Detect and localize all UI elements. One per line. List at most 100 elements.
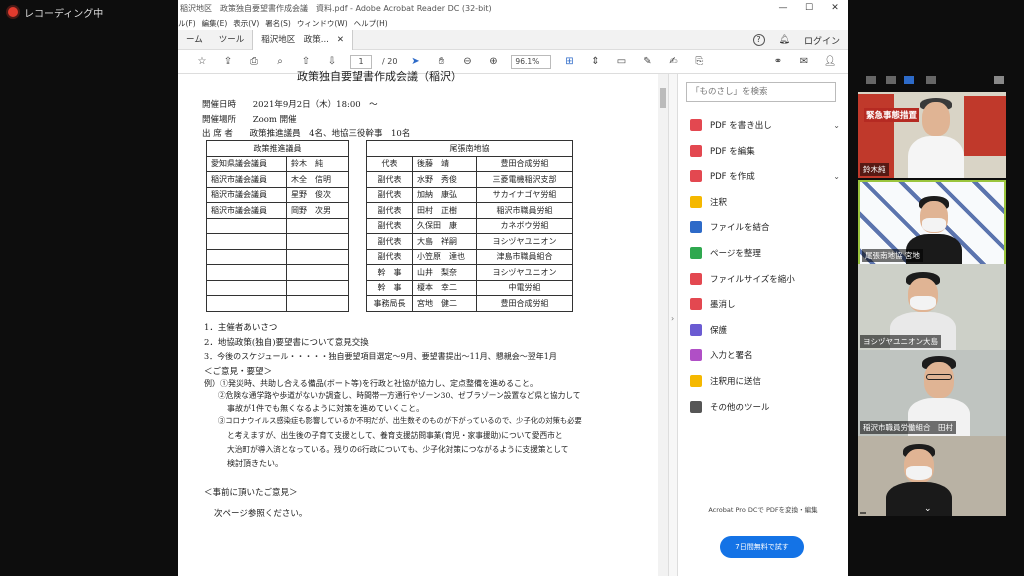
roster-union: 中電労組 [476,279,573,296]
menu-sign[interactable]: 署名(S) [265,18,291,29]
tool-item[interactable]: ファイルサイズを縮小 [690,268,840,290]
example-2: ②危険な通学路や歩道がないか調査し、時間帯一方通行やゾーン30、ゼブラゾーン設置… [218,391,581,400]
chevron-down-icon[interactable]: ⌄ [833,121,840,130]
free-trial-button[interactable]: 7日間無料で試す [720,536,804,558]
active-view-icon[interactable] [904,76,914,84]
upload-icon[interactable]: ⇪ [220,56,236,67]
list-view-icon[interactable] [886,76,896,84]
share-user-icon[interactable]: 👤︎ [822,56,838,67]
menu-view[interactable]: 表示(V) [233,18,259,29]
recording-indicator: レコーディング中 [0,0,178,24]
agenda-item-2: 2．地協政策(独自)要望書について意見交換 [204,338,369,348]
tool-item[interactable]: 墨消し [690,293,840,315]
minimize-button[interactable]: — [770,0,796,16]
participant-name: 稲沢市職員労働組合 田村 [860,421,956,434]
scrollbar-thumb[interactable] [660,88,666,108]
draw-icon[interactable]: ✍︎ [665,56,681,67]
collapse-arrow-icon[interactable]: › [671,314,674,323]
tool-item[interactable]: PDF を編集 [690,140,840,162]
page-number-input[interactable]: 1 [350,54,372,69]
meeting-date: 開催日時 2021年9月2日（木）18:00 〜 [202,98,378,110]
tool-item[interactable]: 入力と署名 [690,344,840,366]
document-view[interactable]: 政策独自要望書作成会議（稲沢） 開催日時 2021年9月2日（木）18:00 〜… [178,70,668,576]
tool-item[interactable]: 注釈用に送信 [690,370,840,392]
page-up-icon[interactable]: ⇧ [298,56,314,67]
zoom-in-icon[interactable]: ⊕ [485,56,501,67]
chevron-down-icon[interactable]: ⌄ [833,172,840,181]
grid-view-icon[interactable] [866,76,876,84]
gallery-scroll-down-icon[interactable]: ⌄ [924,504,932,514]
stamp-icon[interactable]: ⎘ [691,56,707,67]
tool-item[interactable]: PDF を書き出し ⌄ [690,114,840,136]
print-icon[interactable]: ⎙ [246,56,262,67]
tab-document[interactable]: 稲沢地区 政策... ✕ [252,29,353,50]
tab-close-icon[interactable]: ✕ [337,30,344,50]
menu-window[interactable]: ウィンドウ(W) [297,18,348,29]
meeting-place: 開催場所 Zoom 開催 [202,113,297,125]
panel-splitter[interactable]: › [668,74,678,576]
bell-icon[interactable]: 🔔︎ [779,35,790,45]
hand-icon[interactable]: ✋︎ [433,56,449,67]
tool-item[interactable]: ファイルを結合 [690,216,840,238]
roster-role: 副代表 [366,233,413,250]
comment-icon[interactable]: ▭ [613,56,629,67]
roster-position [206,279,287,296]
menu-file[interactable]: ル(F) [178,18,196,29]
login-button[interactable]: ログイン [804,34,840,47]
fit-page-icon[interactable]: ⊞ [561,56,577,67]
roster-right-header: 尾張南地協 [366,140,573,157]
scroll-mode-icon[interactable]: ⇕ [587,56,603,67]
recording-label: レコーディング中 [24,8,104,20]
bookmark-star-icon[interactable]: ☆ [194,56,210,67]
mail-icon[interactable]: ✉ [796,56,812,67]
strip-view-icon[interactable] [926,76,936,84]
roster-tables: 政策推進議員 尾張南地協 愛知県議会議員 鈴木 純代表 後藤 靖豊田合成労組 稲沢市議… [206,140,573,312]
roster-name [286,264,349,281]
tool-item[interactable]: ページを整理 [690,242,840,264]
video-tile-1[interactable]: 緊急事態措置 鈴木純 [858,92,1006,178]
tool-label: PDF を作成 [710,172,755,183]
menu-edit[interactable]: 編集(E) [202,18,228,29]
example-3-cont-3: 検討頂きたい。 [227,459,283,468]
search-icon[interactable]: ⌕ [272,56,288,67]
tab-tools[interactable]: ツール [211,30,253,50]
video-tile-2[interactable]: 尾張南地協 宮地 [858,180,1006,266]
roster-role: 副代表 [366,202,413,219]
roster-member: 久保田 康 [412,217,477,234]
help-icon[interactable]: ? [752,34,765,46]
page-down-icon[interactable]: ⇩ [324,56,340,67]
select-cursor-icon[interactable]: ➤ [407,56,423,67]
zoom-select[interactable]: 96.1% [511,54,552,69]
maximize-button[interactable]: ☐ [796,0,822,16]
menu-help[interactable]: ヘルプ(H) [354,18,388,29]
roster-union: サカイナゴヤ労組 [476,186,573,203]
tool-search-input[interactable]: 「ものさし」を検索 [686,82,836,102]
roster-member: 宮地 健二 [412,295,477,312]
roster-name: 岡野 次男 [286,202,349,219]
roster-name [286,233,349,250]
tool-item[interactable]: 保護 [690,319,840,341]
example-3-cont-2: 大治町が導入済となっている。残りの6行政についても、少子化対策につながるように支… [227,445,569,454]
gallery-options-icon[interactable] [994,76,1004,84]
example-3-cont-1: と考えますが、出生後の子育て支援として、養育支援訪問事業(育児・家事援助)につい… [227,431,563,440]
tool-icon [690,221,702,234]
window-title: 稲沢地区 政策独自要望書作成会議 資料.pdf - Adobe Acrobat … [178,0,848,16]
agenda-item-1: 1．主催者あいさつ [204,323,278,333]
close-button[interactable]: ✕ [822,0,848,16]
zoom-out-icon[interactable]: ⊖ [459,56,475,67]
tab-home[interactable]: ーム [178,30,211,50]
tool-item[interactable]: 注釈 [690,191,840,213]
tool-item[interactable]: PDF を作成 ⌄ [690,165,840,187]
tool-item[interactable]: その他のツール [690,396,840,418]
video-tile-4[interactable]: 稲沢市職員労働組合 田村 [858,350,1006,436]
share-link-icon[interactable]: ⚭ [770,56,786,67]
participant-name: 尾張南地協 宮地 [862,249,923,262]
document-scrollbar[interactable] [658,74,668,576]
roster-name [286,295,349,312]
highlight-pen-icon[interactable]: ✎ [639,56,655,67]
roster-position [206,248,287,265]
video-tile-3[interactable]: ヨシヅヤユニオン大島 [858,264,1006,350]
roster-union: ヨシヅヤユニオン [476,233,573,250]
roster-left-header: 政策推進議員 [206,140,349,157]
video-tile-5[interactable]: ⌄ [858,436,1006,516]
